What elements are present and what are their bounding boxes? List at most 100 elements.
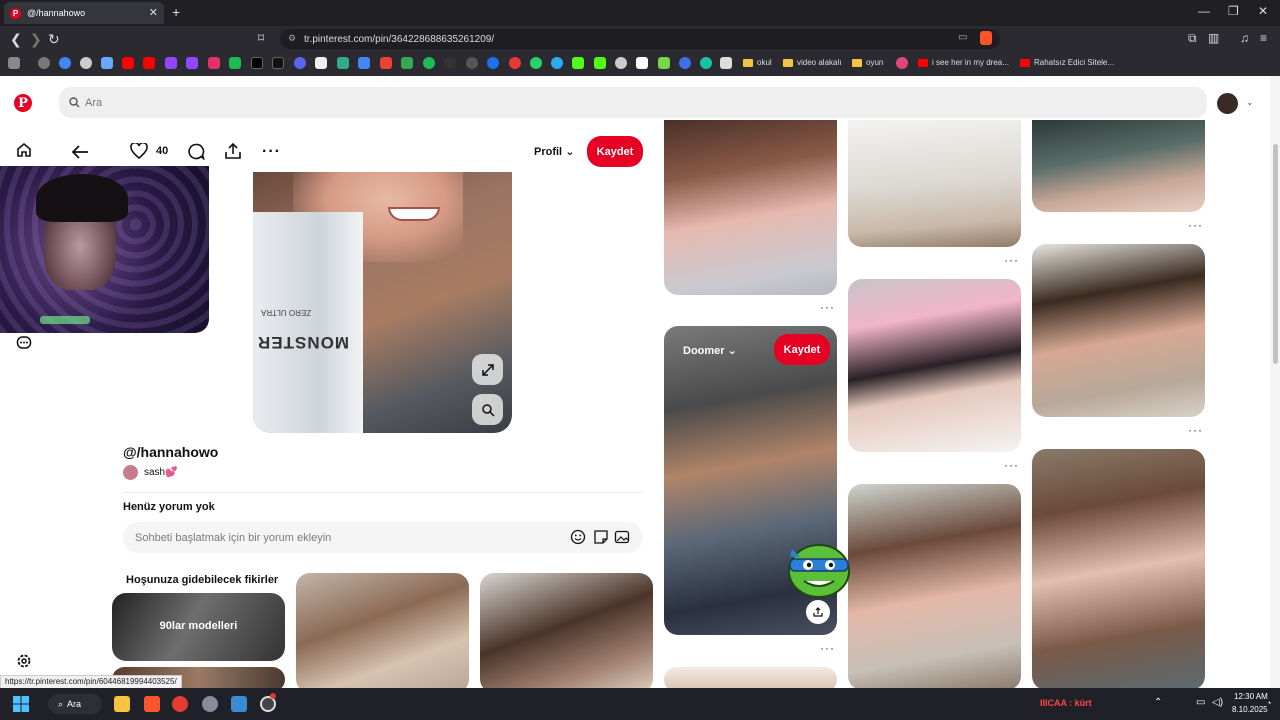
expand-image-button[interactable]	[472, 354, 503, 385]
kick-bookmark-icon[interactable]	[572, 57, 584, 69]
grid-pin-tile[interactable]	[1032, 244, 1205, 417]
more-options-icon[interactable]: ···	[262, 143, 281, 161]
back-icon[interactable]: ❮	[10, 31, 22, 48]
gmail-bookmark-icon[interactable]	[380, 57, 392, 69]
bookmark-icon[interactable]	[444, 57, 456, 69]
bookmark-icon[interactable]	[720, 57, 732, 69]
brave-shield-icon[interactable]	[980, 31, 992, 45]
discord-bookmark-icon[interactable]	[294, 57, 306, 69]
visual-search-button[interactable]	[472, 394, 503, 425]
forward-icon[interactable]: ❯	[30, 31, 42, 48]
pin-more-options[interactable]: ···	[1004, 253, 1019, 267]
cast-icon[interactable]: ▭	[958, 32, 967, 43]
menu-icon[interactable]: ≡	[1260, 31, 1267, 45]
windows-start-icon[interactable]	[13, 696, 29, 712]
site-info-icon[interactable]: ⚙	[288, 33, 296, 44]
pin-owner-row[interactable]: sash💕	[123, 465, 178, 480]
bookmark-icon[interactable]	[337, 57, 349, 69]
grid-save-button[interactable]: Kaydet	[774, 334, 830, 365]
sidebar-icon[interactable]: ▥	[1208, 31, 1219, 45]
history-icon[interactable]	[38, 57, 50, 69]
bookmark-icon[interactable]	[509, 57, 521, 69]
bookmark-icon[interactable]	[658, 57, 670, 69]
new-tab-icon[interactable]: +	[172, 4, 180, 20]
whatsapp-bookmark-icon[interactable]	[530, 57, 542, 69]
user-avatar[interactable]	[1217, 93, 1238, 114]
github-bookmark-icon[interactable]	[466, 57, 478, 69]
grid-pin-tile[interactable]	[848, 120, 1021, 247]
kick-bookmark-icon[interactable]	[594, 57, 606, 69]
notifications-icon[interactable]: ◔	[1266, 698, 1271, 708]
pin-more-options[interactable]: ···	[1188, 423, 1203, 437]
grid-pin-tile[interactable]	[848, 279, 1021, 452]
bookmark-icon[interactable]	[679, 57, 691, 69]
comment-icon[interactable]	[187, 143, 205, 160]
bookmark-rahatsiz[interactable]: Rahatsız Edici Sitele...	[1020, 58, 1114, 67]
page-scrollbar[interactable]	[1270, 76, 1280, 688]
bookmark-icon[interactable]	[101, 57, 113, 69]
close-window-icon[interactable]: ✕	[1258, 4, 1268, 18]
bookmark-icon[interactable]	[636, 57, 648, 69]
twitch-bookmark-icon[interactable]	[165, 57, 177, 69]
telegram-bookmark-icon[interactable]	[551, 57, 563, 69]
taskbar-app-icon[interactable]	[231, 696, 247, 712]
tiktok-bookmark-icon[interactable]	[272, 57, 284, 69]
sticker-icon[interactable]	[593, 529, 609, 545]
heart-icon[interactable]	[130, 143, 148, 159]
grid-pin-tile[interactable]	[664, 120, 837, 295]
bookmark-icon[interactable]	[229, 57, 241, 69]
bookmark-icon[interactable]	[615, 57, 627, 69]
bookmark-i-see-her[interactable]: i see her in my drea...	[918, 58, 1009, 67]
related-board-tile[interactable]: 90lar modelleri	[112, 593, 285, 661]
network-icon[interactable]: ▭	[1196, 697, 1205, 708]
bookmark-icon[interactable]	[487, 57, 499, 69]
search-input[interactable]: Ara	[59, 87, 1207, 118]
close-tab-icon[interactable]: ✕	[149, 6, 158, 19]
reload-icon[interactable]: ↻	[48, 31, 60, 48]
bookmark-folder-video[interactable]: video alakalı	[783, 58, 841, 67]
browser-tab[interactable]: P @/hannahowo ✕	[4, 2, 164, 24]
account-chevron-icon[interactable]: ⌄	[1246, 97, 1254, 108]
bookmark-icon[interactable]	[700, 57, 712, 69]
apps-icon[interactable]	[8, 57, 20, 69]
google-bookmark-icon[interactable]	[59, 57, 71, 69]
grid-board-selector[interactable]: Doomer ⌄	[683, 344, 737, 357]
twitch-bookmark-icon[interactable]	[186, 57, 198, 69]
media-player-icon[interactable]	[172, 696, 188, 712]
back-arrow-icon[interactable]	[71, 144, 89, 160]
pin-main-image[interactable]: MONSTER ZERO ULTRA	[253, 172, 512, 433]
pinterest-logo-icon[interactable]: P	[14, 94, 32, 112]
media-icon[interactable]: ♫	[1240, 31, 1249, 45]
related-pin-tile[interactable]	[296, 573, 469, 693]
volume-icon[interactable]: ◁)	[1212, 697, 1223, 708]
related-pin-tile[interactable]	[480, 573, 653, 693]
youtube-bookmark-icon[interactable]	[143, 57, 155, 69]
grid-pin-tile[interactable]	[848, 484, 1021, 690]
file-explorer-icon[interactable]	[114, 696, 130, 712]
bookmark-folder-oyun[interactable]: oyun	[852, 58, 883, 67]
address-bar[interactable]: ⚙ tr.pinterest.com/pin/36422868863526120…	[280, 29, 1000, 49]
image-upload-icon[interactable]	[614, 529, 630, 545]
board-selector[interactable]: Profil ⌄	[534, 145, 574, 158]
emoji-icon[interactable]	[570, 529, 586, 545]
extensions-icon[interactable]: ⧉	[1188, 31, 1197, 46]
grid-pin-tile[interactable]	[1032, 120, 1205, 212]
home-icon[interactable]	[16, 142, 32, 158]
pin-more-options[interactable]: ···	[820, 300, 835, 314]
bookmark-icon[interactable]	[315, 57, 327, 69]
bookmark-icon[interactable]	[80, 57, 92, 69]
spotify-bookmark-icon[interactable]	[423, 57, 435, 69]
tray-overflow-icon[interactable]: ⌃	[1154, 697, 1162, 708]
maximize-icon[interactable]: ❐	[1228, 4, 1239, 18]
instagram-bookmark-icon[interactable]	[208, 57, 220, 69]
settings-icon[interactable]	[16, 653, 32, 669]
youtube-bookmark-icon[interactable]	[122, 57, 134, 69]
bookmark-folder-okul[interactable]: okul	[743, 58, 772, 67]
brave-browser-icon[interactable]	[144, 696, 160, 712]
pin-more-options[interactable]: ···	[820, 641, 835, 655]
pin-more-options[interactable]: ···	[1188, 218, 1203, 232]
minimize-icon[interactable]: —	[1198, 4, 1210, 18]
bookmark-icon[interactable]	[896, 57, 908, 69]
share-icon[interactable]	[224, 142, 242, 160]
x-bookmark-icon[interactable]	[251, 57, 263, 69]
